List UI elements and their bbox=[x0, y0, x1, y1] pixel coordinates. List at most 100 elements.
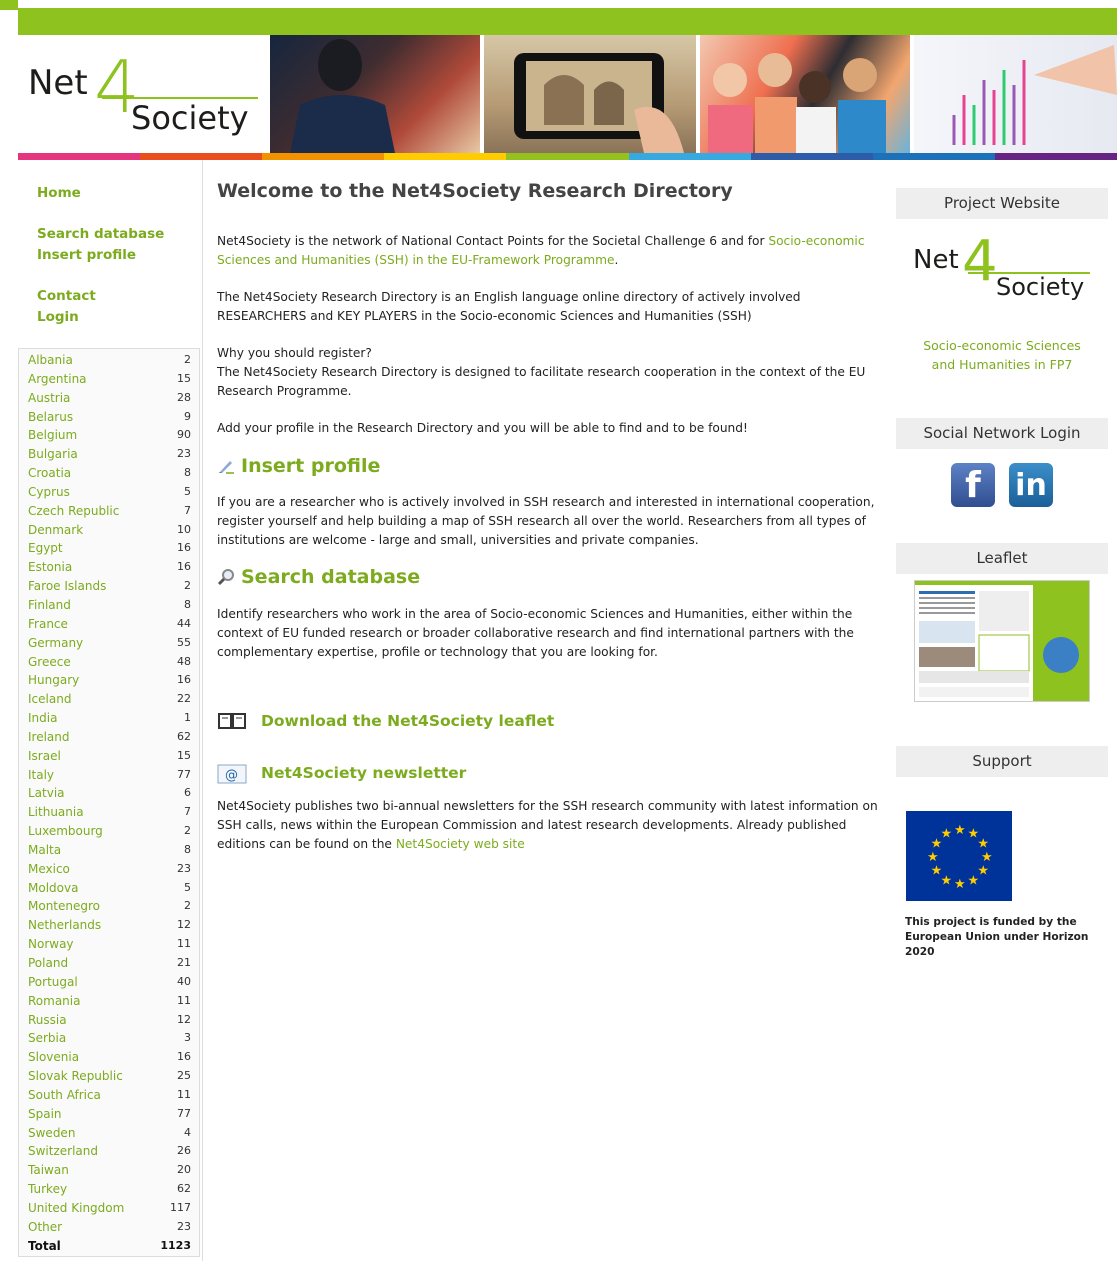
country-name-link[interactable]: Cyprus bbox=[28, 483, 70, 502]
country-row[interactable]: Norway 11 bbox=[19, 935, 199, 954]
country-row[interactable]: Albania 2 bbox=[19, 351, 199, 370]
country-row[interactable]: Estonia 16 bbox=[19, 558, 199, 577]
country-name-link[interactable]: Croatia bbox=[28, 464, 71, 483]
insert-profile-title[interactable]: Insert profile bbox=[241, 455, 380, 477]
country-name-link[interactable]: Hungary bbox=[28, 671, 79, 690]
country-name-link[interactable]: Austria bbox=[28, 389, 70, 408]
country-name-link[interactable]: Other bbox=[28, 1218, 62, 1237]
country-row[interactable]: Spain 77 bbox=[19, 1105, 199, 1124]
country-row[interactable]: Poland 21 bbox=[19, 954, 199, 973]
country-name-link[interactable]: Poland bbox=[28, 954, 68, 973]
country-name-link[interactable]: Israel bbox=[28, 747, 61, 766]
country-row[interactable]: Iceland 22 bbox=[19, 690, 199, 709]
country-name-link[interactable]: Estonia bbox=[28, 558, 72, 577]
search-database-title[interactable]: Search database bbox=[241, 566, 420, 588]
download-leaflet-row[interactable]: Download the Net4Society leaflet bbox=[217, 711, 887, 731]
country-row[interactable]: Argentina 15 bbox=[19, 370, 199, 389]
country-row[interactable]: Netherlands 12 bbox=[19, 916, 199, 935]
country-name-link[interactable]: Sweden bbox=[28, 1124, 75, 1143]
newsletter-website-link[interactable]: Net4Society web site bbox=[396, 837, 525, 851]
leaflet-thumbnail[interactable] bbox=[914, 580, 1090, 702]
nav-login-link[interactable]: Login bbox=[37, 307, 202, 328]
country-name-link[interactable]: Turkey bbox=[28, 1180, 67, 1199]
country-name-link[interactable]: Slovak Republic bbox=[28, 1067, 123, 1086]
country-row[interactable]: Slovak Republic 25 bbox=[19, 1067, 199, 1086]
country-row[interactable]: Switzerland 26 bbox=[19, 1142, 199, 1161]
country-row[interactable]: Croatia 8 bbox=[19, 464, 199, 483]
country-name-link[interactable]: Slovenia bbox=[28, 1048, 79, 1067]
country-row[interactable]: Czech Republic 7 bbox=[19, 502, 199, 521]
country-name-link[interactable]: Belgium bbox=[28, 426, 77, 445]
country-row[interactable]: Lithuania 7 bbox=[19, 803, 199, 822]
country-name-link[interactable]: Lithuania bbox=[28, 803, 84, 822]
country-row[interactable]: Germany 55 bbox=[19, 634, 199, 653]
country-name-link[interactable]: Switzerland bbox=[28, 1142, 98, 1161]
country-row[interactable]: Belarus 9 bbox=[19, 408, 199, 427]
country-name-link[interactable]: Malta bbox=[28, 841, 61, 860]
nav-insert-profile-link[interactable]: Insert profile bbox=[37, 245, 202, 266]
country-row[interactable]: Moldova 5 bbox=[19, 879, 199, 898]
country-name-link[interactable]: United Kingdom bbox=[28, 1199, 124, 1218]
country-row[interactable]: Bulgaria 23 bbox=[19, 445, 199, 464]
country-name-link[interactable]: France bbox=[28, 615, 68, 634]
country-name-link[interactable]: Russia bbox=[28, 1011, 67, 1030]
country-row[interactable]: France 44 bbox=[19, 615, 199, 634]
country-row[interactable]: Mexico 23 bbox=[19, 860, 199, 879]
insert-profile-section[interactable]: Insert profile bbox=[217, 455, 887, 477]
country-name-link[interactable]: India bbox=[28, 709, 57, 728]
country-name-link[interactable]: Iceland bbox=[28, 690, 71, 709]
project-website-logo[interactable]: Net 4 Society bbox=[896, 229, 1108, 311]
country-name-link[interactable]: Greece bbox=[28, 653, 71, 672]
country-name-link[interactable]: Norway bbox=[28, 935, 74, 954]
country-name-link[interactable]: Faroe Islands bbox=[28, 577, 106, 596]
country-name-link[interactable]: Italy bbox=[28, 766, 54, 785]
nav-contact-link[interactable]: Contact bbox=[37, 286, 202, 307]
country-row[interactable]: Cyprus 5 bbox=[19, 483, 199, 502]
download-leaflet-link[interactable]: Download the Net4Society leaflet bbox=[261, 712, 554, 730]
nav-home-link[interactable]: Home bbox=[37, 183, 202, 204]
country-name-link[interactable]: Montenegro bbox=[28, 897, 100, 916]
country-name-link[interactable]: Denmark bbox=[28, 521, 83, 540]
net4society-logo[interactable]: Net 4 Society bbox=[28, 45, 268, 145]
country-name-link[interactable]: Mexico bbox=[28, 860, 70, 879]
country-name-link[interactable]: Belarus bbox=[28, 408, 73, 427]
linkedin-login-button[interactable]: in bbox=[1009, 463, 1053, 507]
country-name-link[interactable]: Latvia bbox=[28, 784, 65, 803]
country-row[interactable]: Serbia 3 bbox=[19, 1029, 199, 1048]
nav-search-database-link[interactable]: Search database bbox=[37, 224, 202, 245]
country-name-link[interactable]: Spain bbox=[28, 1105, 62, 1124]
country-row[interactable]: Hungary 16 bbox=[19, 671, 199, 690]
country-name-link[interactable]: Portugal bbox=[28, 973, 78, 992]
country-name-link[interactable]: Netherlands bbox=[28, 916, 101, 935]
country-row[interactable]: Taiwan 20 bbox=[19, 1161, 199, 1180]
country-row[interactable]: Italy 77 bbox=[19, 766, 199, 785]
country-name-link[interactable]: Germany bbox=[28, 634, 83, 653]
facebook-login-button[interactable]: f bbox=[951, 463, 995, 507]
country-row[interactable]: Slovenia 16 bbox=[19, 1048, 199, 1067]
country-row[interactable]: Egypt 16 bbox=[19, 539, 199, 558]
country-name-link[interactable]: Romania bbox=[28, 992, 80, 1011]
country-row[interactable]: Finland 8 bbox=[19, 596, 199, 615]
country-row[interactable]: Denmark 10 bbox=[19, 521, 199, 540]
country-name-link[interactable]: Argentina bbox=[28, 370, 87, 389]
country-name-link[interactable]: Luxembourg bbox=[28, 822, 103, 841]
country-row[interactable]: Ireland 62 bbox=[19, 728, 199, 747]
country-row[interactable]: Latvia 6 bbox=[19, 784, 199, 803]
country-row[interactable]: Russia 12 bbox=[19, 1011, 199, 1030]
country-row[interactable]: Luxembourg 2 bbox=[19, 822, 199, 841]
country-row[interactable]: Faroe Islands 2 bbox=[19, 577, 199, 596]
country-name-link[interactable]: Czech Republic bbox=[28, 502, 119, 521]
fp7-link[interactable]: Socio-economic Sciences and Humanities i… bbox=[896, 336, 1108, 374]
country-name-link[interactable]: Finland bbox=[28, 596, 71, 615]
country-name-link[interactable]: Albania bbox=[28, 351, 73, 370]
country-row[interactable]: United Kingdom 117 bbox=[19, 1199, 199, 1218]
country-name-link[interactable]: Moldova bbox=[28, 879, 78, 898]
search-database-section[interactable]: Search database bbox=[217, 566, 887, 588]
country-row[interactable]: Turkey 62 bbox=[19, 1180, 199, 1199]
country-row[interactable]: South Africa 11 bbox=[19, 1086, 199, 1105]
country-name-link[interactable]: Ireland bbox=[28, 728, 70, 747]
country-name-link[interactable]: South Africa bbox=[28, 1086, 101, 1105]
country-row[interactable]: Malta 8 bbox=[19, 841, 199, 860]
country-name-link[interactable]: Serbia bbox=[28, 1029, 66, 1048]
country-row[interactable]: India 1 bbox=[19, 709, 199, 728]
